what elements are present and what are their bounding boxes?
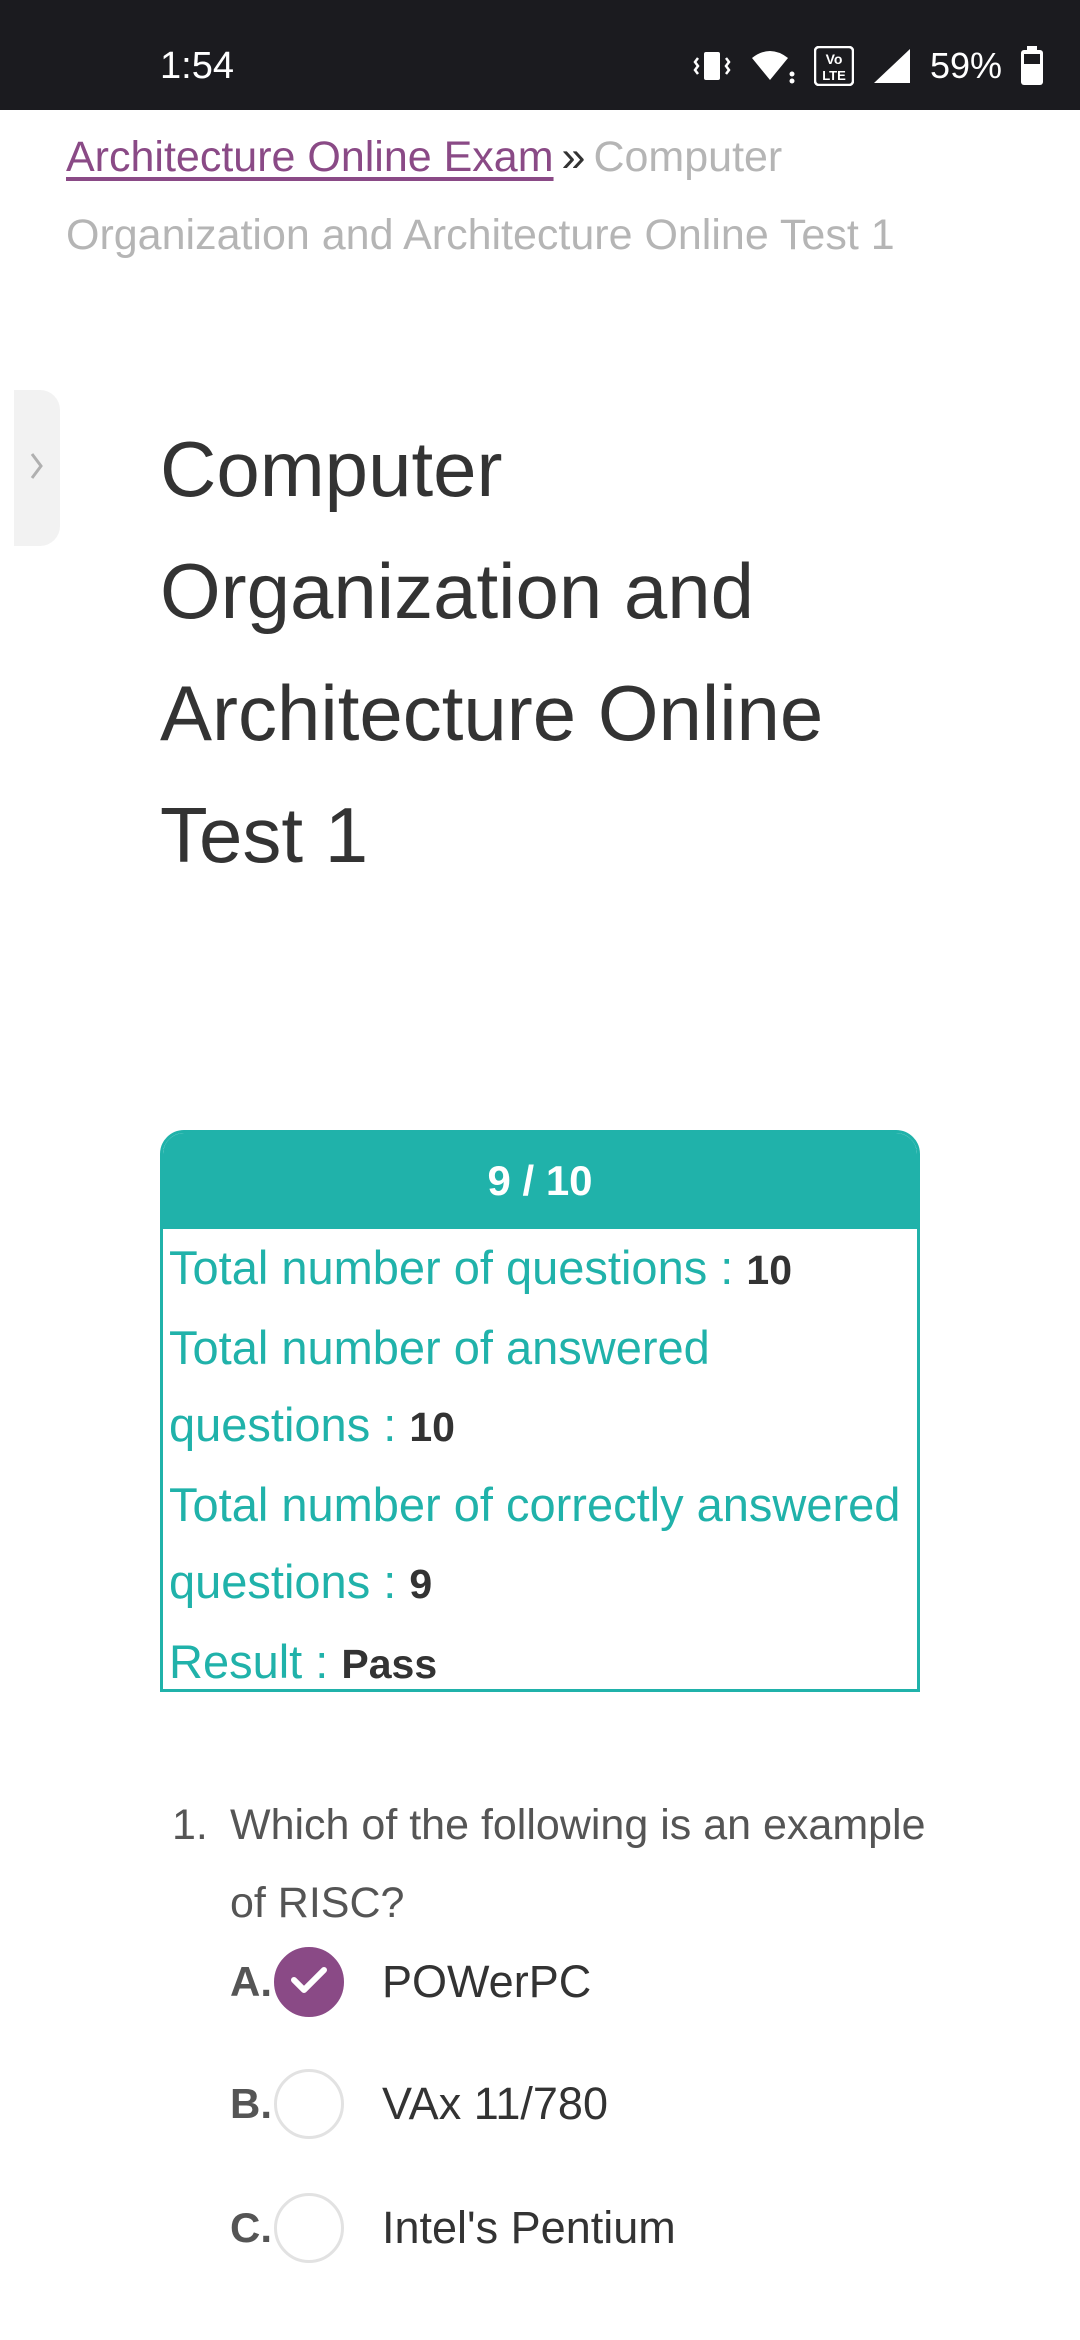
checkmark-icon [290, 1965, 328, 2000]
answered-questions-value: 10 [409, 1404, 455, 1450]
option-letter: A. [230, 1958, 272, 2005]
status-icons: Vo LTE 59% [692, 44, 1044, 88]
option-c[interactable]: C. Intel's Pentium [230, 2188, 990, 2268]
score-body: Total number of questions : 10 Total num… [163, 1229, 917, 1689]
correct-answers-line: Total number of correctly answered quest… [169, 1466, 911, 1623]
option-radio-selected[interactable] [274, 1947, 344, 2017]
chevron-right-icon [29, 450, 45, 487]
option-letter: C. [230, 2204, 272, 2251]
option-text: VAx 11/780 [382, 2078, 608, 2129]
battery-icon [1020, 46, 1044, 86]
status-time: 1:54 [160, 45, 234, 87]
option-radio[interactable] [274, 2069, 344, 2139]
question-text: Which of the following is an example of … [230, 1801, 926, 1927]
option-letter: B. [230, 2080, 272, 2127]
question-number: 1. [172, 1801, 208, 1849]
result-value: Pass [341, 1641, 438, 1687]
option-a[interactable]: A. POWerPC [230, 1942, 990, 2022]
battery-percentage: 59% [929, 45, 1002, 86]
option-b[interactable]: B. VAx 11/780 [230, 2064, 990, 2144]
total-questions-line: Total number of questions : 10 [169, 1229, 911, 1309]
total-questions-label: Total number of questions : [169, 1241, 747, 1294]
answered-questions-line: Total number of answered questions : 10 [169, 1309, 911, 1466]
option-text: POWerPC [382, 1956, 592, 2007]
status-bar: 1:54 Vo LTE 59% [0, 0, 1080, 110]
breadcrumb: Architecture Online Exam» Computer Organi… [66, 118, 986, 274]
score-header: 9 / 10 [163, 1133, 917, 1229]
result-line: Result : Pass [169, 1623, 911, 1689]
page-title: Computer Organization and Architecture O… [160, 425, 824, 879]
svg-text:Vo: Vo [826, 51, 843, 67]
option-text: Intel's Pentium [382, 2202, 676, 2253]
result-label: Result : [169, 1635, 342, 1688]
breadcrumb-link-architecture-exam[interactable]: Architecture Online Exam [66, 133, 554, 181]
option-radio[interactable] [274, 2193, 344, 2263]
wifi-icon [750, 48, 796, 84]
signal-icon [872, 47, 912, 85]
score-summary: 9 / 10 Total number of questions : 10 To… [160, 1130, 920, 1692]
svg-text:LTE: LTE [822, 68, 846, 83]
drawer-toggle[interactable] [14, 390, 60, 546]
correct-answers-value: 9 [409, 1561, 433, 1607]
vibrate-icon [692, 48, 732, 84]
correct-answers-label: Total number of correctly answered quest… [169, 1478, 901, 1608]
breadcrumb-separator: » [561, 133, 586, 181]
volte-icon: Vo LTE [813, 46, 854, 86]
total-questions-value: 10 [746, 1247, 792, 1293]
